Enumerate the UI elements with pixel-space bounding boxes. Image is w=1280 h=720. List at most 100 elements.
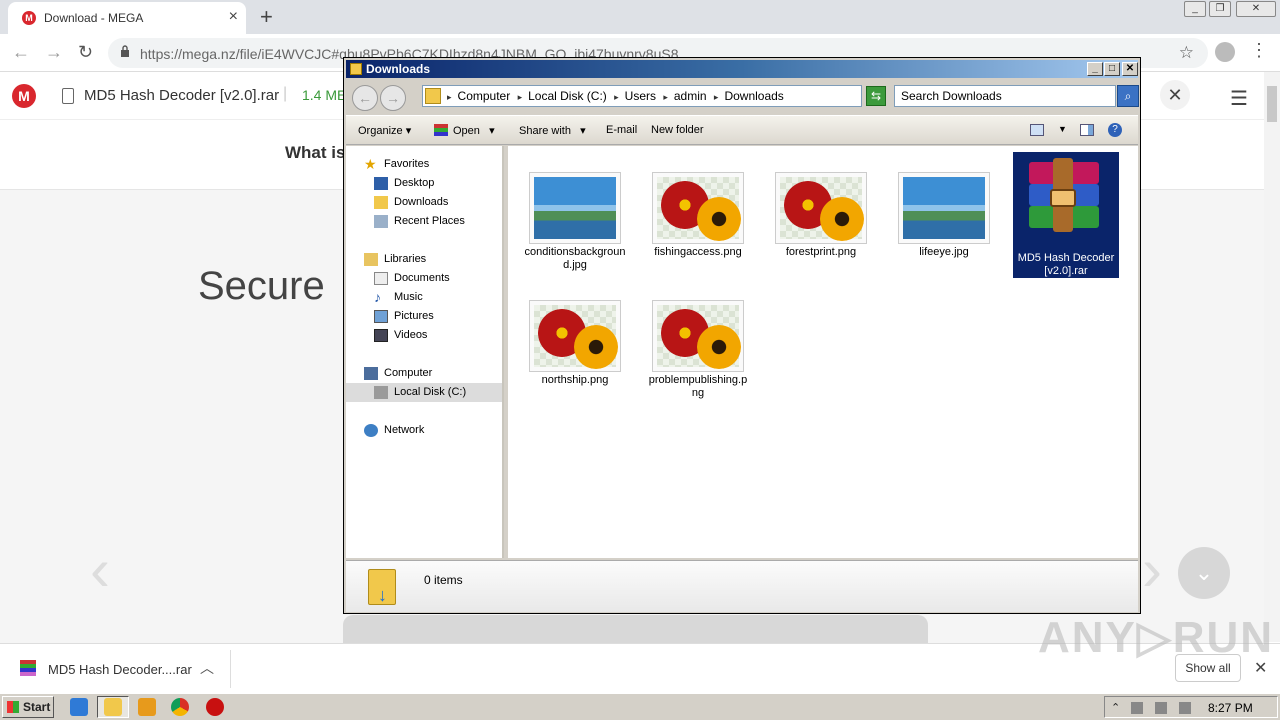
change-view-icon[interactable] <box>1030 124 1044 136</box>
close-window-button[interactable]: ✕ <box>1236 1 1276 17</box>
explorer-title-bar[interactable]: Downloads _ □ ✕ <box>346 60 1138 78</box>
file-item[interactable]: conditionsbackground.jpg <box>522 166 628 275</box>
email-button[interactable]: E-mail <box>606 124 637 136</box>
mega-menu-icon[interactable]: ☰ <box>1230 86 1248 111</box>
action-center-flag-icon[interactable] <box>1179 702 1191 714</box>
image-thumbnail <box>529 300 621 372</box>
volume-icon[interactable] <box>1131 702 1143 714</box>
new-tab-button[interactable]: + <box>260 4 273 30</box>
file-name: problempublishing.png <box>648 374 748 399</box>
media-player-icon[interactable] <box>138 698 156 716</box>
nav-local-disk[interactable]: Local Disk (C:) <box>346 383 502 402</box>
breadcrumb-downloads[interactable]: Downloads <box>724 89 783 103</box>
breadcrumb-local-disk[interactable]: Local Disk (C:) <box>528 89 607 103</box>
breadcrumb[interactable]: ▸ Computer ▸ Local Disk (C:) ▸ Users ▸ admin… <box>422 85 932 107</box>
forward-arrow-icon[interactable]: → <box>380 85 406 111</box>
nav-downloads[interactable]: Downloads <box>346 193 502 212</box>
scroll-down-button[interactable]: ⌄ <box>1178 547 1230 599</box>
browser-tab[interactable]: M Download - MEGA × <box>8 2 246 34</box>
explorer-taskbar-button[interactable] <box>97 696 129 718</box>
file-name: conditionsbackground.jpg <box>524 246 626 271</box>
nav-music-label: Music <box>394 291 423 303</box>
explorer-close-button[interactable]: ✕ <box>1122 62 1138 76</box>
nav-favorites[interactable]: ★ Favorites <box>346 155 502 174</box>
file-item[interactable]: fishingaccess.png <box>645 166 751 262</box>
network-globe-icon <box>364 424 378 437</box>
file-item-selected[interactable]: MD5 Hash Decoder [v2.0].rar <box>1013 152 1119 278</box>
new-folder-button[interactable]: New folder <box>651 124 704 136</box>
mega-favicon-icon: M <box>22 11 36 25</box>
breadcrumb-users[interactable]: Users <box>625 89 656 103</box>
carousel-prev-icon[interactable]: ‹ <box>90 535 110 604</box>
nav-computer[interactable]: Computer <box>346 364 502 383</box>
what-is-link[interactable]: What is <box>285 143 345 163</box>
download-item-name[interactable]: MD5 Hash Decoder....rar <box>48 662 192 677</box>
explorer-maximize-button[interactable]: □ <box>1104 62 1120 76</box>
minimize-button[interactable]: _ <box>1184 1 1206 17</box>
download-arrow-icon: ↓ <box>378 585 387 605</box>
mega-close-button[interactable]: ✕ <box>1160 80 1190 110</box>
share-with-button[interactable]: Share with ▾ <box>519 124 586 137</box>
back-arrow-icon[interactable]: ← <box>12 42 30 63</box>
profile-avatar-icon[interactable] <box>1215 42 1235 62</box>
stop-sign-icon[interactable] <box>206 698 224 716</box>
file-name: lifeeye.jpg <box>919 246 969 258</box>
computer-icon <box>364 367 378 380</box>
nav-pictures-label: Pictures <box>394 310 434 322</box>
explorer-minimize-button[interactable]: _ <box>1087 62 1103 76</box>
reload-icon[interactable]: ↻ <box>78 42 93 63</box>
search-icon[interactable]: ⌕ <box>1117 85 1139 107</box>
refresh-icon[interactable]: ⇆ <box>866 86 886 106</box>
back-arrow-icon[interactable]: ← <box>352 85 378 111</box>
star-icon: ★ <box>364 156 377 172</box>
downloads-folder-icon <box>374 196 388 209</box>
nav-libraries[interactable]: Libraries <box>346 250 502 269</box>
preview-pane-icon[interactable] <box>1080 124 1094 136</box>
carousel-next-icon[interactable]: › <box>1142 535 1162 604</box>
bookmark-star-icon[interactable]: ☆ <box>1179 43 1194 63</box>
nav-pictures[interactable]: Pictures <box>346 307 502 326</box>
organize-button[interactable]: Organize ▾ <box>358 124 411 137</box>
clock[interactable]: 8:27 PM <box>1208 701 1253 715</box>
page-scrollbar[interactable] <box>1264 72 1280 642</box>
open-button[interactable]: Open ▾ <box>453 124 495 137</box>
file-name: northship.png <box>541 374 609 386</box>
chrome-icon[interactable] <box>171 698 189 716</box>
start-button[interactable]: Start <box>2 696 54 718</box>
chevron-up-icon[interactable]: ︿ <box>200 658 214 678</box>
show-hidden-icons-icon[interactable]: ⌃ <box>1111 702 1123 714</box>
file-item[interactable]: forestprint.png <box>768 166 874 262</box>
mega-logo-icon[interactable]: M <box>12 84 36 108</box>
chrome-menu-icon[interactable]: ⋮ <box>1250 40 1268 61</box>
forward-arrow-icon[interactable]: → <box>45 42 63 63</box>
network-icon[interactable] <box>1155 702 1167 714</box>
file-item[interactable]: northship.png <box>522 294 628 390</box>
file-name: forestprint.png <box>785 246 857 258</box>
breadcrumb-admin[interactable]: admin <box>674 89 707 103</box>
view-options-chevron-icon[interactable]: ▼ <box>1058 124 1067 134</box>
nav-desktop[interactable]: Desktop <box>346 174 502 193</box>
nav-favorites-label: Favorites <box>384 158 430 170</box>
nav-videos[interactable]: Videos <box>346 326 502 345</box>
desktop-icon <box>374 177 388 190</box>
nav-documents[interactable]: Documents <box>346 269 502 288</box>
organize-label: Organize <box>358 125 403 137</box>
winrar-file-icon <box>20 660 36 676</box>
nav-music[interactable]: ♪ Music <box>346 288 502 307</box>
restore-button[interactable]: ❐ <box>1209 1 1231 17</box>
nav-recent-places[interactable]: Recent Places <box>346 212 502 231</box>
tab-close-icon[interactable]: × <box>229 8 238 26</box>
ie-icon[interactable] <box>70 698 88 716</box>
folder-icon <box>350 63 362 75</box>
file-name: MD5 Hash Decoder [v2.0].rar <box>1017 252 1115 277</box>
flower-thumbnail-icon <box>657 305 741 369</box>
documents-icon <box>374 272 388 285</box>
breadcrumb-computer[interactable]: Computer <box>458 89 511 103</box>
hero-heading: Secure <box>198 264 325 308</box>
scrollbar-thumb[interactable] <box>1267 86 1277 122</box>
file-item[interactable]: problempublishing.png <box>645 294 751 403</box>
help-icon[interactable]: ? <box>1108 123 1122 137</box>
file-item[interactable]: lifeeye.jpg <box>891 166 997 262</box>
nav-network[interactable]: Network <box>346 421 502 440</box>
search-input[interactable]: Search Downloads <box>894 85 1116 107</box>
